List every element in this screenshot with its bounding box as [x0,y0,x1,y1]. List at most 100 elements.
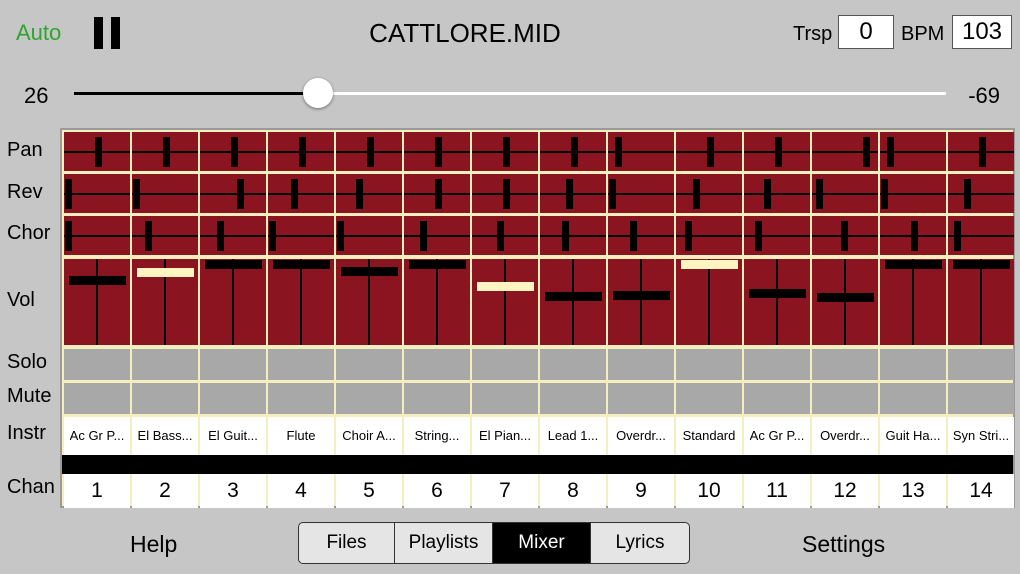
rev-slider[interactable] [608,174,674,213]
instrument-button[interactable]: Syn Stri... [948,417,1014,455]
pan-thumb[interactable] [298,136,306,167]
chor-slider[interactable] [608,216,674,255]
tab-files[interactable]: Files [299,523,395,563]
pan-slider[interactable] [64,132,130,171]
volume-fader[interactable] [336,259,402,345]
volume-thumb[interactable] [409,260,466,270]
chor-slider[interactable] [336,216,402,255]
rev-thumb[interactable] [502,178,510,209]
solo-button[interactable] [472,349,538,380]
volume-thumb[interactable] [953,260,1010,270]
volume-fader[interactable] [404,259,470,345]
solo-button[interactable] [676,349,742,380]
pan-slider[interactable] [268,132,334,171]
rev-slider[interactable] [404,174,470,213]
transpose-field[interactable]: 0 [838,15,894,49]
chor-slider[interactable] [472,216,538,255]
pan-slider[interactable] [200,132,266,171]
help-button[interactable]: Help [130,531,177,558]
rev-slider[interactable] [676,174,742,213]
volume-thumb[interactable] [545,292,602,302]
pan-thumb[interactable] [706,136,714,167]
solo-button[interactable] [404,349,470,380]
chor-thumb[interactable] [953,220,961,251]
instrument-button[interactable]: String... [404,417,470,455]
pan-thumb[interactable] [366,136,374,167]
chor-slider[interactable] [812,216,878,255]
rev-thumb[interactable] [693,178,701,209]
rev-slider[interactable] [472,174,538,213]
rev-thumb[interactable] [356,178,364,209]
chor-slider[interactable] [404,216,470,255]
pan-thumb[interactable] [502,136,510,167]
chor-thumb[interactable] [630,220,638,251]
position-slider-thumb[interactable] [303,78,334,108]
rev-thumb[interactable] [609,178,616,209]
pan-thumb[interactable] [162,136,170,167]
chor-thumb[interactable] [217,220,225,251]
rev-thumb[interactable] [815,178,823,209]
solo-button[interactable] [132,349,198,380]
pan-slider[interactable] [880,132,946,171]
rev-thumb[interactable] [565,178,573,209]
instrument-button[interactable]: El Pian... [472,417,538,455]
solo-button[interactable] [268,349,334,380]
chor-thumb[interactable] [497,220,505,251]
rev-slider[interactable] [268,174,334,213]
volume-fader[interactable] [948,259,1014,345]
mute-button[interactable] [64,383,130,414]
volume-fader[interactable] [744,259,810,345]
volume-fader[interactable] [540,259,606,345]
solo-button[interactable] [812,349,878,380]
mute-button[interactable] [948,383,1014,414]
rev-slider[interactable] [540,174,606,213]
mute-button[interactable] [404,383,470,414]
instrument-button[interactable]: El Guit... [200,417,266,455]
rev-thumb[interactable] [764,178,772,209]
tab-mixer[interactable]: Mixer [493,523,591,563]
volume-fader[interactable] [812,259,878,345]
mute-button[interactable] [880,383,946,414]
pan-slider[interactable] [336,132,402,171]
tab-lyrics[interactable]: Lyrics [591,523,689,563]
pan-slider[interactable] [812,132,878,171]
mute-button[interactable] [200,383,266,414]
solo-button[interactable] [744,349,810,380]
instrument-button[interactable]: Flute [268,417,334,455]
solo-button[interactable] [948,349,1014,380]
solo-button[interactable] [336,349,402,380]
chor-thumb[interactable] [144,220,152,251]
solo-button[interactable] [880,349,946,380]
rev-slider[interactable] [812,174,878,213]
rev-thumb[interactable] [963,178,971,209]
volume-thumb[interactable] [137,268,194,278]
pan-slider[interactable] [948,132,1014,171]
chor-slider[interactable] [268,216,334,255]
solo-button[interactable] [540,349,606,380]
pan-thumb[interactable] [774,136,782,167]
solo-button[interactable] [200,349,266,380]
position-slider[interactable] [74,78,946,108]
mute-button[interactable] [472,383,538,414]
pan-thumb[interactable] [863,136,871,167]
mute-button[interactable] [540,383,606,414]
rev-thumb[interactable] [133,178,140,209]
volume-thumb[interactable] [69,275,126,285]
volume-thumb[interactable] [613,291,670,301]
pan-thumb[interactable] [614,136,622,167]
volume-fader[interactable] [880,259,946,345]
chor-slider[interactable] [880,216,946,255]
instrument-button[interactable]: Overdr... [812,417,878,455]
pan-thumb[interactable] [978,136,986,167]
rev-slider[interactable] [132,174,198,213]
rev-slider[interactable] [200,174,266,213]
instrument-button[interactable]: Lead 1... [540,417,606,455]
pan-thumb[interactable] [570,136,578,167]
rev-thumb[interactable] [236,178,244,209]
instrument-button[interactable]: Ac Gr P... [744,417,810,455]
pan-thumb[interactable] [434,136,442,167]
volume-fader[interactable] [200,259,266,345]
rev-thumb[interactable] [434,178,442,209]
instrument-button[interactable]: Ac Gr P... [64,417,130,455]
chor-thumb[interactable] [65,220,72,251]
